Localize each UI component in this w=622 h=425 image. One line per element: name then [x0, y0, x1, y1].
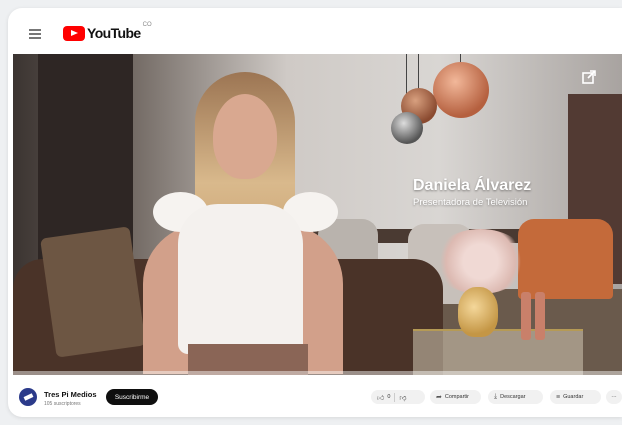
- hamburger-icon[interactable]: [29, 29, 41, 39]
- thumbs-up-icon[interactable]: 👍︎: [377, 393, 384, 402]
- like-count: 0: [387, 394, 391, 400]
- overlay-presenter-name: Daniela Álvarez: [413, 177, 532, 194]
- video-player-card: YouTube CO Daniela Álvarez Presentadora …: [8, 8, 622, 417]
- lamp-cord: [418, 54, 419, 90]
- bottle: [535, 292, 545, 340]
- channel-avatar[interactable]: [19, 388, 37, 406]
- save-button[interactable]: ≡ Guardar: [550, 390, 601, 404]
- video-frame[interactable]: Daniela Álvarez Presentadora de Televisi…: [13, 54, 622, 375]
- playlist-add-icon: ≡: [556, 393, 561, 401]
- youtube-logo[interactable]: YouTube CO: [63, 22, 152, 41]
- download-button[interactable]: ⤓ Descargar: [488, 390, 543, 404]
- subscriber-count: 105 suscriptores: [44, 401, 81, 407]
- like-dislike-group: 👍︎ 0 👎︎: [371, 390, 425, 404]
- share-label: Compartir: [444, 394, 470, 400]
- pendant-lamp: [391, 112, 423, 144]
- youtube-play-icon: [63, 25, 85, 41]
- download-label: Descargar: [500, 394, 526, 400]
- pendant-lamp: [433, 62, 489, 118]
- more-button[interactable]: ···: [606, 390, 622, 404]
- share-button[interactable]: ➦ Compartir: [430, 390, 481, 404]
- share-arrow-icon[interactable]: [582, 70, 596, 84]
- more-icon: ···: [611, 394, 617, 400]
- pillow: [40, 226, 146, 358]
- subscribe-button[interactable]: Suscribirme: [106, 389, 158, 405]
- country-code: CO: [142, 22, 152, 28]
- dining-chair: [518, 219, 613, 299]
- action-bar: Tres Pi Medios 105 suscriptores Suscribi…: [8, 375, 622, 417]
- flower-bouquet: [433, 229, 528, 294]
- save-label: Guardar: [563, 394, 584, 400]
- share-icon: ➦: [436, 394, 442, 401]
- presenter-face: [213, 94, 277, 179]
- bottle: [521, 292, 531, 340]
- youtube-wordmark: YouTube: [87, 25, 141, 41]
- divider: [394, 392, 396, 402]
- vase: [458, 287, 498, 337]
- presenter-top: [178, 204, 303, 354]
- coffee-table: [413, 329, 583, 375]
- download-icon: ⤓: [494, 393, 498, 400]
- channel-name[interactable]: Tres Pi Medios: [44, 390, 97, 399]
- top-bar: YouTube CO: [8, 8, 622, 54]
- thumbs-down-icon[interactable]: 👎︎: [399, 393, 406, 402]
- overlay-presenter-role: Presentadora de Televisión: [413, 197, 528, 208]
